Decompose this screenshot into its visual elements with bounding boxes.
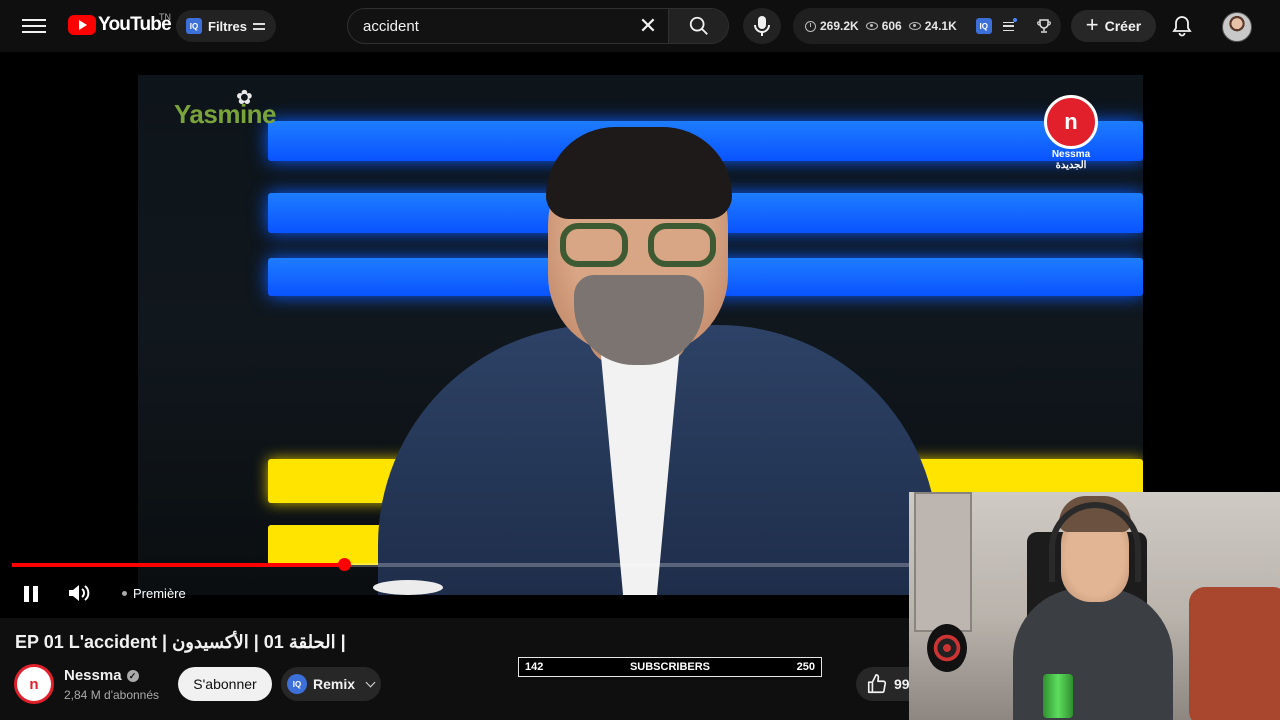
premiere-label: Première: [133, 586, 186, 601]
subscribe-button[interactable]: S'abonner: [178, 667, 272, 701]
search-button[interactable]: [668, 9, 728, 43]
channel-name: Nessma: [64, 667, 122, 684]
filters-button[interactable]: IQ Filtres: [176, 10, 276, 42]
page-bottom-edge: [0, 714, 909, 720]
verified-check-icon: ✓: [126, 669, 139, 682]
eye-icon: [908, 22, 921, 30]
iq-icon: IQ: [186, 18, 202, 34]
iq-extension-icon[interactable]: IQ: [975, 18, 992, 34]
menu-icon[interactable]: [22, 16, 46, 36]
flower-icon: ✿: [236, 87, 253, 109]
iq-icon: IQ: [287, 674, 307, 694]
create-button[interactable]: + Créer: [1071, 10, 1156, 42]
youtube-logo[interactable]: YouTube: [68, 14, 172, 36]
subgoal-target: 250: [796, 661, 815, 673]
nessma-tv-logo: n: [1044, 95, 1098, 149]
nessma-logo-caption: Nessma الجديدة: [1051, 149, 1091, 171]
channel-name-link[interactable]: Nessma ✓: [64, 667, 139, 684]
remix-button[interactable]: IQ Remix: [281, 667, 381, 701]
filters-label: Filtres: [208, 18, 248, 34]
search-input[interactable]: [348, 9, 628, 43]
volume-icon[interactable]: [67, 582, 91, 604]
streamer-webcam: [909, 492, 1280, 720]
stat-views-a[interactable]: 606: [865, 19, 902, 33]
video-title: EP 01 L'accident | الحلقة 01 | الأكسيدون…: [15, 632, 346, 652]
create-label: Créer: [1104, 18, 1142, 34]
subscriber-goal-widget: 142 SUBSCRIBERS 250: [518, 657, 822, 677]
notifications-bell-icon[interactable]: [1170, 14, 1194, 38]
stats-toolbar: 269.2K 606 24.1K IQ: [793, 8, 1061, 44]
search-icon: [689, 16, 708, 35]
drink-can: [1043, 674, 1073, 718]
clear-search-icon[interactable]: ✕: [628, 9, 668, 43]
yasmine-logo: Yasmine: [174, 99, 277, 129]
like-count: 99: [894, 676, 910, 692]
list-icon[interactable]: [1002, 17, 1017, 31]
cup: [373, 580, 443, 595]
subscriber-count: 2,84 M d'abonnés: [64, 688, 160, 702]
dartboard: [927, 624, 967, 672]
channel-avatar[interactable]: n: [14, 664, 54, 704]
premiere-indicator: Première: [122, 586, 186, 601]
eye-icon: [865, 22, 878, 30]
youtube-play-icon: [68, 15, 96, 35]
plus-icon: +: [1085, 12, 1099, 37]
trophy-icon[interactable]: [1036, 19, 1051, 33]
pause-button[interactable]: [23, 586, 39, 602]
progress-played: [12, 563, 345, 567]
status-dot-icon: [122, 591, 127, 596]
microphone-icon: [754, 16, 770, 36]
region-code: TN: [159, 12, 171, 22]
stat-views-b[interactable]: 24.1K: [908, 19, 957, 33]
subgoal-current: 142: [525, 661, 544, 673]
account-avatar[interactable]: [1222, 12, 1252, 42]
stat-watch-time[interactable]: 269.2K: [805, 19, 859, 33]
guest-speaker: [378, 127, 938, 595]
thumbs-up-icon: [867, 674, 887, 694]
progress-bar[interactable]: [12, 558, 910, 571]
voice-search-button[interactable]: [743, 8, 781, 44]
sliders-icon: [253, 21, 266, 31]
search-box: ✕: [347, 8, 729, 44]
clock-icon: [805, 20, 816, 32]
chevron-down-icon[interactable]: [365, 677, 376, 687]
subgoal-label: SUBSCRIBERS: [629, 661, 711, 673]
remix-label: Remix: [313, 676, 356, 692]
top-bar: YouTube TN IQ Filtres ✕ 269.2K 606 24.1K…: [0, 0, 1280, 52]
